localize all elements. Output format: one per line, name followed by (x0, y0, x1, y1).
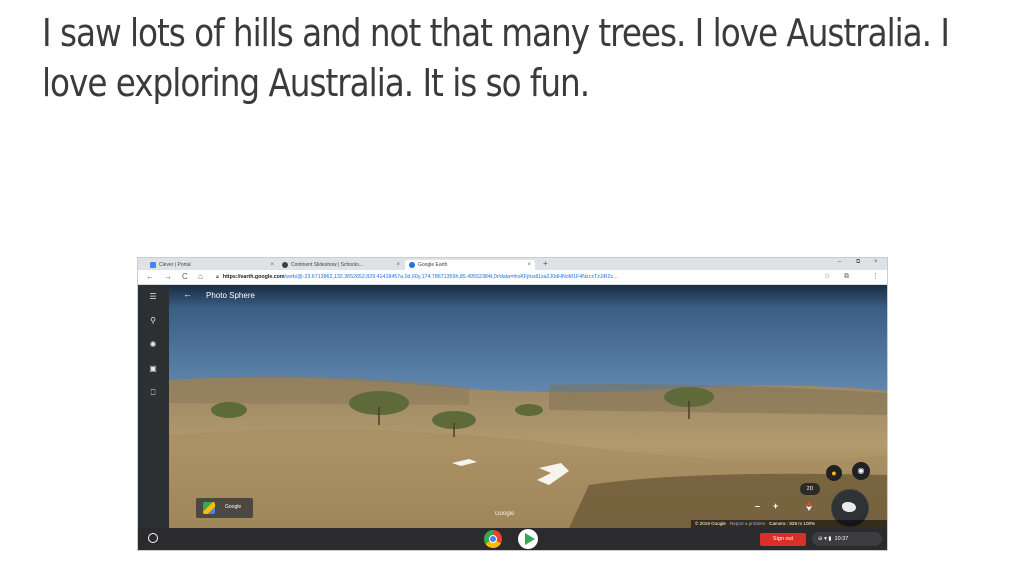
tab-close-icon[interactable]: × (270, 260, 274, 270)
url-path: /web/@-23.6713862,132.3652652,829.414184… (284, 274, 618, 280)
zoom-out-button[interactable]: – (755, 501, 760, 511)
tab-clever[interactable]: Clever | Portal × (146, 260, 278, 270)
slide-text: I saw lots of hills and not that many tr… (42, 11, 950, 105)
view-header: ← Photo Sphere (169, 285, 887, 307)
tab-google-earth[interactable]: Google Earth × (405, 260, 535, 270)
search-icon[interactable]: ⚲ (147, 315, 159, 327)
lock-icon: 🔒︎ (216, 274, 219, 280)
reload-icon[interactable]: C (182, 271, 188, 283)
restore-icon[interactable]: ⧉ (856, 259, 860, 266)
landscape-illustration (169, 285, 887, 528)
camera-readout: Camera : 829 m 100% (769, 521, 816, 526)
url-host: https://earth.google.com (222, 274, 285, 280)
tab-strip: Clever | Portal × Continent Slideshow | … (138, 258, 887, 270)
browser-menu-icon[interactable]: ⋮ (872, 272, 879, 282)
extension-icon[interactable]: ⧉ (844, 272, 849, 282)
tab-label: Clever | Portal (159, 262, 191, 268)
compass-icon[interactable] (805, 501, 813, 511)
google-watermark: Google (495, 511, 515, 517)
bookmark-star-icon[interactable]: ☆ (824, 272, 830, 282)
google-maps-icon (203, 502, 215, 514)
tab-close-icon[interactable]: × (396, 260, 400, 270)
tab-continent-slideshow[interactable]: Continent Slideshow | Schoolo... × (278, 260, 404, 270)
voyager-icon[interactable]: ✺ (147, 339, 159, 351)
earth-favicon-icon (409, 261, 415, 268)
earth-footer: © 2019 Google Report a problem Camera : … (691, 520, 887, 528)
google-earth-app: ☰ ⚲ ✺ ▣ ⎕ ← Photo Sphere Google Google ●… (138, 285, 887, 528)
new-tab-button[interactable]: + (543, 259, 548, 268)
projects-icon[interactable]: ⎕ (147, 387, 159, 399)
tab-label: Google Earth (418, 262, 448, 268)
sign-out-button[interactable]: Sign out (760, 533, 806, 546)
copyright-text: © 2019 Google (695, 521, 726, 526)
window-close-icon[interactable]: × (874, 259, 878, 265)
clever-favicon-icon (150, 261, 156, 268)
tab-label: Continent Slideshow | Schoolo... (291, 262, 363, 268)
thumbnail-label: Google (225, 504, 242, 510)
forward-icon[interactable]: → (164, 271, 172, 283)
minimize-icon[interactable]: – (838, 259, 841, 265)
chrome-icon[interactable] (484, 530, 502, 548)
earth-side-rail: ☰ ⚲ ✺ ▣ ⎕ (138, 285, 169, 528)
status-tray[interactable]: ⊖ ▾ ▮ 10:37 (812, 532, 882, 546)
play-store-icon[interactable] (518, 529, 538, 549)
pegman-icon[interactable]: ● (826, 465, 842, 481)
back-icon[interactable]: ← (146, 271, 154, 283)
photo-sphere-view[interactable]: ← Photo Sphere Google Google ● ◉ 2D – + … (169, 285, 887, 528)
zoom-in-button[interactable]: + (773, 501, 778, 511)
home-icon[interactable]: ⌂ (198, 271, 203, 283)
tray-status-icons: ⊖ ▾ ▮ (818, 536, 832, 542)
australia-map-icon (842, 502, 856, 512)
view-title: Photo Sphere (206, 291, 255, 300)
clock: 10:37 (834, 536, 849, 542)
browser-toolbar: ← → C ⌂ 🔒︎ https://earth.google.com/web/@… (138, 270, 887, 285)
tab-close-icon[interactable]: × (527, 260, 531, 270)
report-problem-link[interactable]: Report a problem (730, 521, 766, 526)
slides-favicon-icon (282, 261, 288, 268)
menu-icon[interactable]: ☰ (147, 291, 159, 303)
os-shelf: Sign out ⊖ ▾ ▮ 10:37 (138, 528, 887, 550)
street-view-thumbnail[interactable]: Google (196, 498, 253, 518)
browser-screenshot: Clever | Portal × Continent Slideshow | … (138, 258, 887, 550)
feeling-lucky-icon[interactable]: ▣ (147, 363, 159, 375)
launcher-icon[interactable] (148, 533, 158, 543)
2d-toggle-button[interactable]: 2D (800, 483, 820, 495)
back-arrow-icon[interactable]: ← (183, 289, 192, 299)
address-bar[interactable]: 🔒︎ https://earth.google.com/web/@-23.6713… (216, 272, 814, 282)
street-view-eye-icon[interactable]: ◉ (852, 462, 870, 480)
